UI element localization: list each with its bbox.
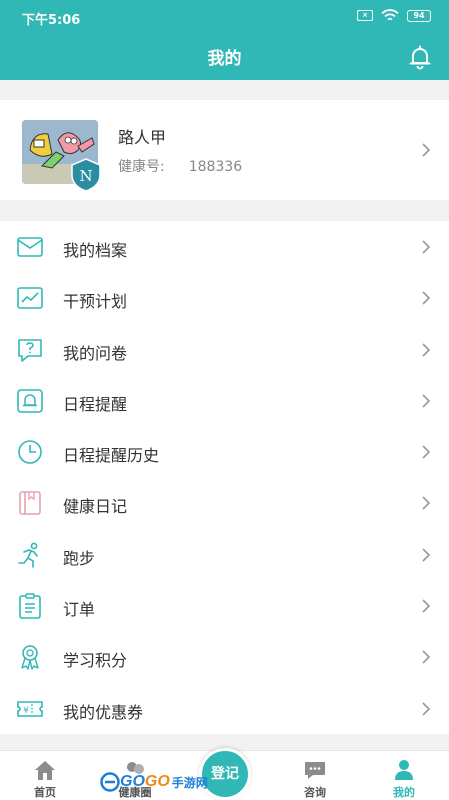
menu-item-label: 跑步	[63, 548, 96, 568]
menu-item-diary[interactable]: 健康日记	[0, 477, 449, 528]
menu-item-coupons[interactable]: ¥ 我的优惠券	[0, 683, 449, 734]
menu-item-label: 我的优惠券	[63, 702, 144, 722]
clock-icon	[18, 440, 42, 464]
home-icon	[35, 761, 55, 780]
book-icon	[19, 491, 41, 516]
coupon-icon: ¥	[17, 700, 43, 717]
menu-item-orders[interactable]: 订单	[0, 580, 449, 631]
bell-icon	[17, 389, 43, 413]
menu-item-label: 干预计划	[63, 292, 128, 312]
health-id: 健康号: 188336	[118, 156, 242, 176]
e-logo-icon	[100, 772, 120, 792]
chevron-right-icon	[422, 143, 431, 157]
tab-label: 首页	[34, 786, 56, 799]
tab-label: 我的	[393, 786, 415, 799]
menu-item-label: 学习积分	[63, 651, 128, 671]
envelope-icon	[17, 237, 43, 257]
chevron-right-icon	[422, 240, 431, 254]
chevron-right-icon	[422, 599, 431, 613]
user-icon	[395, 760, 413, 780]
status-time: 下午5:06	[22, 13, 81, 28]
menu-list: 我的档案 干预计划 我的问卷 日程提醒 日程提醒历史 健康日记 跑步 订单 学习…	[0, 221, 449, 734]
watermark-logo: GO GO 手游网	[100, 768, 208, 796]
menu-item-running[interactable]: 跑步	[0, 529, 449, 580]
tab-home[interactable]: 首页	[0, 751, 90, 800]
svg-text:¥: ¥	[23, 706, 29, 716]
menu-item-label: 我的档案	[63, 241, 128, 260]
health-id-value: 188336	[188, 159, 243, 175]
chevron-right-icon	[422, 343, 431, 357]
tab-consult[interactable]: 咨询	[270, 751, 360, 800]
menu-item-plan[interactable]: 干预计划	[0, 272, 449, 323]
menu-item-label: 我的问卷	[63, 343, 128, 363]
chevron-right-icon	[422, 291, 431, 305]
chevron-right-icon	[422, 445, 431, 459]
app-header: 下午5:06 × 94 我的	[0, 0, 449, 80]
chevron-right-icon	[422, 702, 431, 716]
chevron-right-icon	[422, 548, 431, 562]
menu-item-questionnaire[interactable]: 我的问卷	[0, 324, 449, 375]
runner-icon	[18, 542, 38, 568]
tab-label: 咨询	[304, 786, 326, 799]
watermark-go-1: GO	[120, 773, 145, 790]
chevron-right-icon	[422, 496, 431, 511]
menu-item-label: 日程提醒历史	[63, 446, 160, 466]
menu-item-label: 订单	[63, 600, 96, 620]
watermark-text: 手游网	[171, 775, 208, 790]
medal-icon	[21, 645, 39, 671]
status-bar: 下午5:06 × 94	[0, 0, 449, 32]
svg-text:N: N	[79, 167, 92, 185]
chat-bubble-icon	[305, 762, 325, 779]
battery-indicator: 94	[407, 9, 431, 22]
question-icon	[18, 338, 42, 362]
page-title: 我的	[207, 49, 242, 69]
status-icons: × 94	[357, 9, 431, 22]
menu-item-points[interactable]: 学习积分	[0, 631, 449, 682]
wifi-icon	[381, 9, 399, 21]
profile-card[interactable]: N 路人甲 健康号: 188336	[0, 100, 449, 200]
user-name: 路人甲	[118, 128, 167, 147]
menu-item-label: 健康日记	[63, 497, 128, 517]
menu-item-label: 日程提醒	[63, 394, 128, 414]
tab-mine[interactable]: 我的	[359, 751, 449, 800]
menu-item-schedule[interactable]: 日程提醒	[0, 375, 449, 426]
chevron-right-icon	[422, 394, 431, 408]
watermark-go-2: GO	[144, 773, 170, 790]
menu-item-archive[interactable]: 我的档案	[0, 221, 449, 272]
menu-item-schedule-history[interactable]: 日程提醒历史	[0, 426, 449, 477]
clipboard-icon	[19, 593, 41, 619]
health-id-label: 健康号:	[118, 159, 165, 175]
trend-chart-icon	[17, 287, 43, 310]
sim-icon: ×	[357, 10, 373, 21]
notification-bell-icon[interactable]	[407, 44, 433, 70]
shield-badge-icon: N	[71, 158, 101, 192]
chevron-right-icon	[422, 650, 431, 664]
